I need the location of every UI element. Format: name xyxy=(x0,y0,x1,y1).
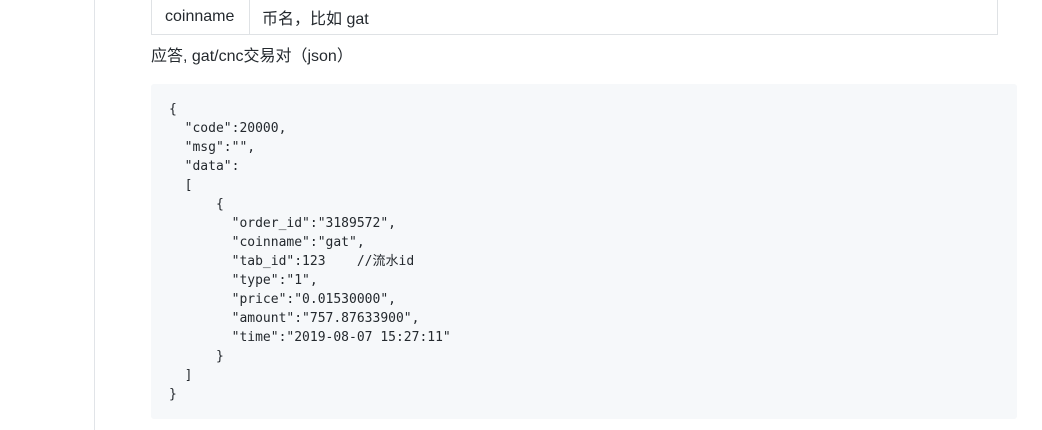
code-line: "order_id":"3189572", xyxy=(169,216,396,231)
code-line: [ xyxy=(169,178,193,193)
code-line: "price":"0.01530000", xyxy=(169,292,396,307)
json-code-block: { "code":20000, "msg":"", "data": [ { "o… xyxy=(151,84,1017,419)
code-line: } xyxy=(169,387,177,402)
code-line: "msg":"", xyxy=(169,140,256,155)
code-line: "data": xyxy=(169,159,240,174)
param-name-cell: coinname xyxy=(151,0,250,35)
table-row: coinname 币名，比如 gat xyxy=(151,0,998,35)
code-line: ] xyxy=(169,368,193,383)
left-divider xyxy=(94,0,95,430)
code-line: "coinname":"gat", xyxy=(169,235,365,250)
param-desc-cell: 币名，比如 gat xyxy=(249,0,998,35)
code-line: "code":20000, xyxy=(169,121,287,136)
parameter-table: coinname 币名，比如 gat xyxy=(151,0,998,35)
response-description: 应答, gat/cnc交易对（json） xyxy=(151,48,353,65)
code-line: "amount":"757.87633900", xyxy=(169,311,420,326)
code-line: } xyxy=(169,349,224,364)
code-line: "tab_id":123 //流水id xyxy=(169,254,415,269)
code-line: { xyxy=(169,197,224,212)
code-line: "time":"2019-08-07 15:27:11" xyxy=(169,330,451,345)
code-content: { "code":20000, "msg":"", "data": [ { "o… xyxy=(169,100,999,404)
code-line: "type":"1", xyxy=(169,273,318,288)
document-page: coinname 币名，比如 gat 应答, gat/cnc交易对（json） … xyxy=(0,0,1042,430)
code-line: { xyxy=(169,102,177,117)
